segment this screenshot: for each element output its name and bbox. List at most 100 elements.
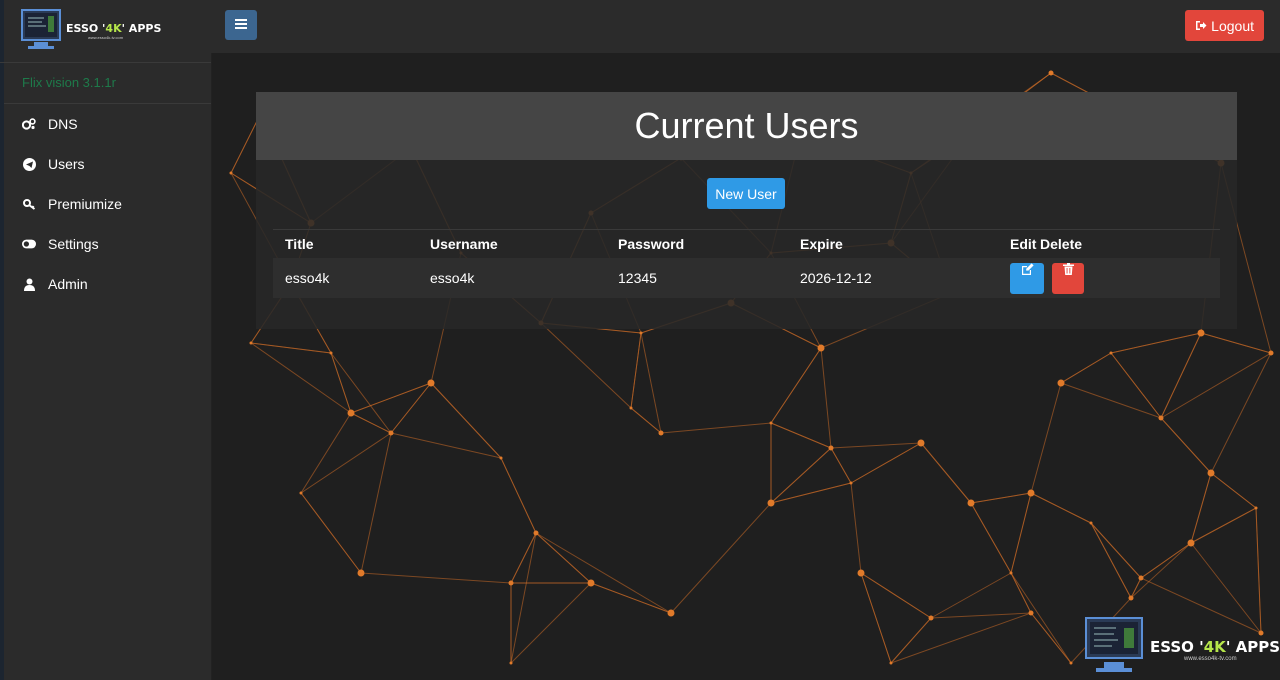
network-node [928, 615, 934, 621]
network-line [1030, 382, 1062, 494]
network-node [1138, 575, 1144, 581]
network-node [1089, 521, 1093, 525]
network-line [1010, 572, 1072, 664]
network-node [508, 580, 514, 586]
network-node [1197, 329, 1205, 337]
network-line [360, 432, 392, 574]
network-node [249, 341, 253, 345]
hamburger-icon [235, 16, 247, 34]
network-node [299, 491, 303, 495]
network-line [770, 347, 822, 424]
network-line [430, 382, 502, 459]
network-node [329, 351, 333, 355]
sidebar-item-label: Premiumize [48, 196, 122, 212]
network-line [1060, 352, 1112, 384]
network-node [427, 379, 435, 387]
network-node [1109, 351, 1113, 355]
network-node [1027, 489, 1035, 497]
delete-user-button[interactable] [1052, 263, 1084, 294]
network-node [533, 530, 539, 536]
edit-icon [1021, 263, 1034, 275]
network-line [510, 532, 537, 664]
cell-username: esso4k [430, 270, 475, 286]
network-node [347, 409, 355, 417]
table-header: Title Username Password Expire Edit Dele… [273, 229, 1220, 258]
menu-toggle-button[interactable] [225, 10, 257, 40]
network-node [229, 171, 233, 175]
network-node [828, 445, 834, 451]
column-header-delete: Delete [1040, 236, 1083, 252]
brand-logo[interactable]: ESSO '4K' APPS www.esso4k-tv.com [0, 0, 211, 63]
page-title: Current Users [256, 92, 1237, 160]
network-line [850, 482, 862, 574]
toggle-icon [22, 237, 36, 251]
network-line [930, 572, 1012, 619]
network-line [860, 572, 932, 619]
sidebar-item-admin[interactable]: Admin [0, 264, 211, 304]
network-line [660, 422, 772, 434]
network-node [769, 421, 773, 425]
network-line [1140, 542, 1192, 579]
network-line [770, 447, 832, 504]
logout-button[interactable]: Logout [1185, 10, 1264, 41]
brand-name-pre: ESSO ' [66, 22, 106, 35]
table-row: esso4k esso4k 12345 2026-12-12 [273, 258, 1220, 298]
network-line [770, 422, 832, 449]
network-node [1158, 415, 1164, 421]
network-line [1255, 507, 1262, 634]
network-line [535, 532, 592, 584]
brand-url: www.esso4k-tv.com [88, 35, 124, 40]
network-node [658, 430, 664, 436]
network-node [509, 661, 513, 665]
network-node [388, 430, 394, 436]
edit-user-button[interactable] [1010, 263, 1044, 294]
cell-expire: 2026-12-12 [800, 270, 872, 286]
sidebar-item-label: Settings [48, 236, 99, 252]
top-bar: Logout [211, 0, 1280, 53]
network-line [830, 447, 852, 484]
cogs-icon [22, 117, 36, 131]
network-line [390, 432, 502, 459]
sidebar-edge [0, 0, 4, 680]
network-node [1069, 661, 1073, 665]
network-line [770, 482, 852, 504]
network-node [1028, 610, 1034, 616]
sidebar-item-users[interactable]: Users [0, 144, 211, 184]
brand-name-pre: ESSO ' [1150, 638, 1204, 656]
network-line [300, 412, 352, 494]
brand-name-post: ' APPS [121, 22, 162, 35]
brand-name-post: ' APPS [1225, 638, 1280, 656]
sidebar-item-label: DNS [48, 116, 78, 132]
network-node [817, 344, 825, 352]
sidebar-item-settings[interactable]: Settings [0, 224, 211, 264]
sidebar-item-dns[interactable]: DNS [0, 104, 211, 144]
new-user-button[interactable]: New User [707, 178, 785, 209]
column-header-expire: Expire [800, 236, 843, 252]
network-line [850, 442, 922, 484]
sidebar-item-label: Users [48, 156, 85, 172]
column-header-title: Title [285, 236, 314, 252]
brand-name: ESSO '4K' APPS [66, 22, 161, 35]
network-line [300, 492, 362, 574]
network-line [1190, 472, 1212, 544]
network-node [1057, 379, 1065, 387]
network-line [1110, 332, 1202, 354]
network-node [849, 481, 853, 485]
network-line [250, 342, 352, 414]
watermark-brand-url: www.esso4k-tv.com [1184, 656, 1237, 662]
version-label: Flix vision 3.1.1r [0, 63, 211, 104]
network-line [540, 322, 632, 409]
network-node [629, 406, 633, 410]
network-line [510, 532, 537, 584]
network-line [535, 532, 672, 614]
network-line [510, 582, 592, 664]
brand-name-hl: 4K [1203, 638, 1226, 656]
network-node [1048, 70, 1054, 76]
network-node [1187, 539, 1195, 547]
watermark-brand-name: ESSO '4K' APPS [1150, 638, 1280, 656]
column-header-username: Username [430, 236, 498, 252]
network-node [1254, 506, 1258, 510]
network-node [889, 661, 893, 665]
sidebar-item-premiumize[interactable]: Premiumize [0, 184, 211, 224]
network-node [499, 456, 503, 460]
